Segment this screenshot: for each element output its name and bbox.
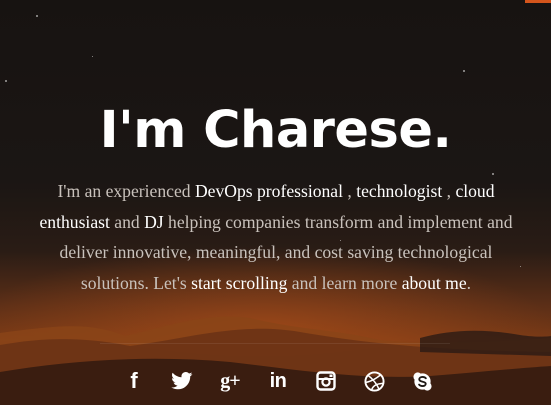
about-me-link[interactable]: about me [402, 273, 467, 293]
linkedin-icon: in [269, 370, 287, 392]
twitter-icon [171, 372, 193, 390]
highlight-dj: DJ [144, 211, 164, 232]
intro-text: and learn more [287, 272, 402, 293]
hero-intro: I'm an experienced DevOps professional ,… [38, 176, 514, 298]
instagram-icon [316, 371, 336, 391]
facebook-link[interactable]: f [122, 369, 146, 393]
highlight-technologist: technologist [356, 181, 443, 201]
facebook-icon: f [130, 368, 138, 393]
hero-title: I'm Charese. [99, 101, 452, 160]
intro-text: , [442, 181, 456, 201]
section-divider [100, 343, 450, 344]
google-plus-icon: g+ [220, 370, 240, 392]
intro-text: and [109, 211, 145, 232]
highlight-devops: DevOps professional [194, 181, 344, 201]
intro-text: , [343, 181, 357, 201]
skype-link[interactable] [410, 369, 434, 393]
dribbble-link[interactable] [362, 369, 386, 393]
skype-icon [412, 371, 432, 391]
hero-section: I'm Charese. I'm an experienced DevOps p… [0, 0, 551, 405]
start-scrolling-link[interactable]: start scrolling [191, 273, 287, 293]
twitter-link[interactable] [170, 369, 194, 393]
instagram-link[interactable] [314, 369, 338, 393]
intro-text: I'm an experienced [57, 181, 195, 201]
dribbble-icon [363, 370, 385, 392]
linkedin-link[interactable]: in [266, 369, 290, 393]
social-links: f g+ in [122, 368, 458, 394]
google-plus-link[interactable]: g+ [218, 369, 242, 393]
intro-text: . [466, 272, 472, 293]
